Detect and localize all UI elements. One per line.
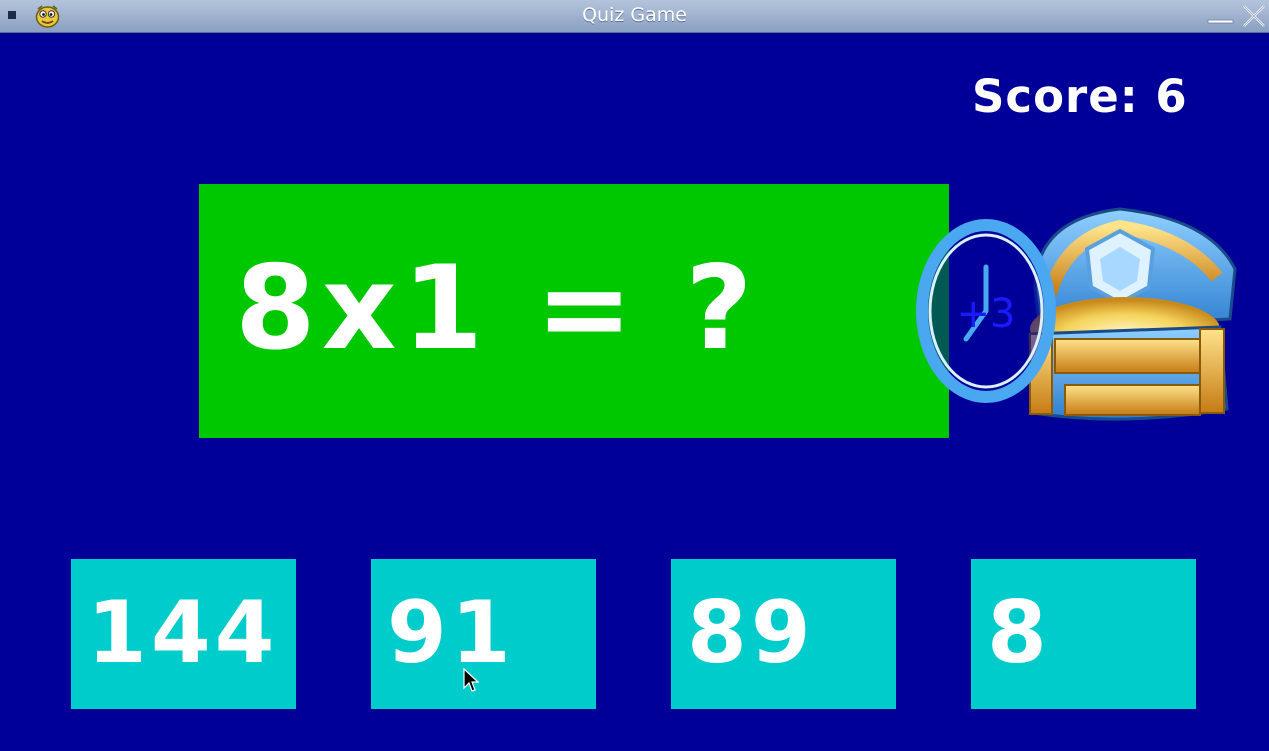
answer-text-2: 91 [387, 583, 515, 683]
window-title: Quiz Game [582, 4, 687, 26]
score-display: Score: 6 [972, 70, 1188, 123]
question-panel: 8x1 = ? [199, 184, 949, 438]
answer-button-1[interactable]: 144 [71, 559, 296, 709]
answer-button-2[interactable]: 91 [371, 559, 596, 709]
minimize-icon[interactable] [1207, 18, 1235, 26]
answer-button-4[interactable]: 8 [971, 559, 1196, 709]
question-text: 8x1 = ? [235, 241, 759, 376]
answer-text-4: 8 [987, 583, 1051, 683]
svg-text:+3: +3 [957, 291, 1016, 337]
mouse-cursor-icon [463, 668, 479, 692]
answer-button-3[interactable]: 89 [671, 559, 896, 709]
window-title-bar[interactable]: Quiz Game [0, 0, 1269, 33]
answer-text-1: 144 [87, 583, 279, 683]
game-canvas[interactable]: Score: 6 8x1 = ? +3 144 91 89 8 [0, 33, 1269, 751]
answer-text-3: 89 [687, 583, 815, 683]
close-icon[interactable] [1240, 2, 1268, 30]
clock-bonus-text: +3 [957, 291, 1016, 337]
